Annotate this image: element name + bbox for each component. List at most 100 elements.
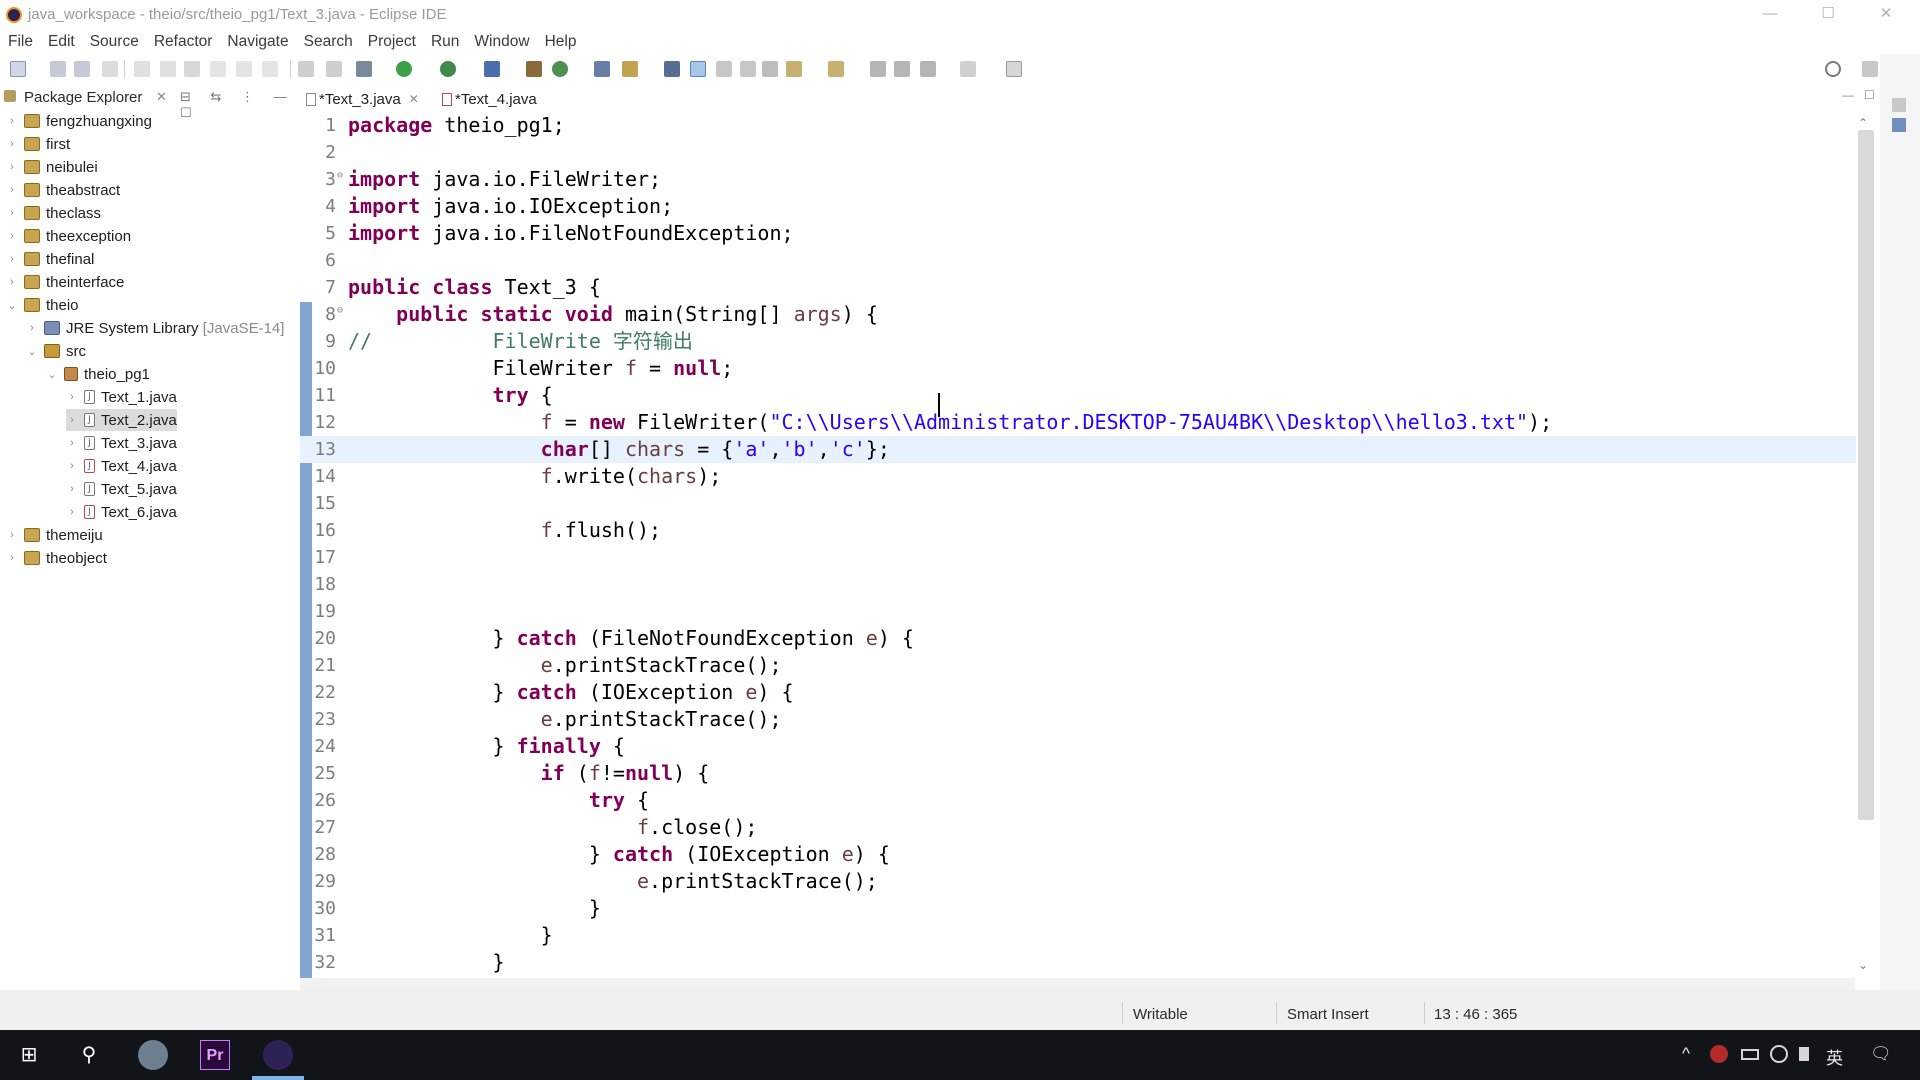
expand-icon[interactable]: ›	[66, 506, 78, 518]
stop-icon[interactable]	[184, 61, 200, 77]
step-over-icon[interactable]	[236, 61, 252, 77]
ime-indicator[interactable]: 英	[1826, 1044, 1843, 1069]
expand-icon[interactable]: ›	[66, 483, 78, 495]
expand-icon[interactable]: ›	[6, 184, 18, 196]
collapse-icon[interactable]: ⌄	[26, 345, 38, 358]
code-line[interactable]: 3 ⊖ import java.io.FileWriter;	[300, 166, 1856, 193]
scroll-down-icon[interactable]: ⌄	[1858, 958, 1868, 972]
menu-refactor[interactable]: Refactor	[154, 33, 213, 51]
close-tab-icon[interactable]: ✕	[409, 92, 419, 106]
code-line[interactable]: 29 e.printStackTrace();	[300, 868, 1856, 895]
tree-item[interactable]: ⌄ theio	[6, 294, 78, 316]
eclipse-taskbar-icon[interactable]	[263, 1040, 293, 1070]
start-icon[interactable]: ⊞	[14, 1040, 44, 1070]
expand-icon[interactable]: ›	[6, 253, 18, 265]
code-line[interactable]: 1 package theio_pg1;	[300, 112, 1856, 139]
menu-help[interactable]: Help	[545, 33, 577, 51]
code-line[interactable]: 19	[300, 598, 1856, 625]
expand-icon[interactable]: ›	[6, 115, 18, 127]
code-line[interactable]: 11 try {	[300, 382, 1856, 409]
code-line[interactable]: 6	[300, 247, 1856, 274]
toggle-view-icon[interactable]	[298, 61, 314, 77]
maximize-button[interactable]: ☐	[1806, 0, 1850, 30]
tree-item[interactable]: › theclass	[6, 202, 101, 224]
run-icon[interactable]	[396, 61, 412, 77]
code-line[interactable]: 31 }	[300, 922, 1856, 949]
new-java-project-icon[interactable]	[526, 61, 542, 77]
menu-source[interactable]: Source	[90, 33, 139, 51]
menu-project[interactable]: Project	[368, 33, 416, 51]
mark-occurrences-icon[interactable]	[690, 61, 706, 77]
code-line[interactable]: 32 }	[300, 949, 1856, 976]
search-icon[interactable]	[1825, 61, 1841, 77]
battery-icon[interactable]	[1741, 1049, 1759, 1060]
tree-item[interactable]: › J Text_5.java	[66, 478, 177, 500]
code-line[interactable]: 16 f.flush();	[300, 517, 1856, 544]
close-button[interactable]: ✕	[1864, 0, 1908, 30]
expand-icon[interactable]: ›	[26, 322, 38, 334]
tree-item[interactable]: › fengzhuangxing	[6, 110, 152, 132]
insert-mode-status[interactable]: Smart Insert	[1287, 1006, 1369, 1023]
tab-text-3[interactable]: *Text_3.java ✕	[306, 88, 419, 110]
menu-search[interactable]: Search	[304, 33, 353, 51]
next-annotation-icon[interactable]	[786, 61, 802, 77]
tree-item[interactable]: › JRE System Library [JavaSE-14]	[26, 317, 284, 339]
expand-icon[interactable]: ›	[6, 230, 18, 242]
code-line[interactable]: 13 char[] chars = {'a','b','c'};	[300, 436, 1856, 463]
menu-window[interactable]: Window	[474, 33, 529, 51]
tab-text-4[interactable]: *Text_4.java	[442, 88, 537, 110]
expand-icon[interactable]: ›	[6, 552, 18, 564]
code-line[interactable]: 2	[300, 139, 1856, 166]
collapse-icon[interactable]: ⌄	[46, 368, 58, 381]
new-package-icon[interactable]	[552, 61, 568, 77]
view-toolbar[interactable]: ⊟ ⇆ ⋮ — ☐	[180, 89, 296, 121]
browser-icon[interactable]	[138, 1040, 168, 1070]
tree-item[interactable]: › neibulei	[6, 156, 98, 178]
code-editor[interactable]: 1 package theio_pg1; 2 3 ⊖ import java.io.Fil…	[300, 112, 1860, 978]
code-line[interactable]: 5 import java.io.FileNotFoundException;	[300, 220, 1856, 247]
expand-icon[interactable]: ›	[6, 529, 18, 541]
close-view-icon[interactable]: ✕	[156, 89, 167, 105]
expand-icon[interactable]: ›	[6, 276, 18, 288]
menu-navigate[interactable]: Navigate	[227, 33, 288, 51]
tree-item[interactable]: › J Text_3.java	[66, 432, 177, 454]
notification-icon[interactable]: 🗨	[1870, 1044, 1892, 1064]
code-line[interactable]: 20 } catch (FileNotFoundException e) {	[300, 625, 1856, 652]
tree-item[interactable]: › J Text_1.java	[66, 386, 177, 408]
tree-item[interactable]: › theexception	[6, 225, 131, 247]
previous-annotation-icon[interactable]	[828, 61, 844, 77]
last-edit-icon[interactable]	[920, 61, 936, 77]
external-tools-icon[interactable]	[484, 61, 500, 77]
code-line[interactable]: 17	[300, 544, 1856, 571]
horizontal-scrollbar[interactable]	[300, 978, 1855, 990]
tree-item[interactable]: › theinterface	[6, 271, 124, 293]
skip-breakpoints-icon[interactable]	[326, 61, 342, 77]
search-tool-icon[interactable]	[664, 61, 680, 77]
print-icon[interactable]	[102, 61, 118, 77]
tree-item[interactable]: › theobject	[6, 547, 107, 569]
tree-item[interactable]: › thefinal	[6, 248, 94, 270]
fold-toggle-icon[interactable]: ⊖	[337, 162, 343, 189]
perspective-icon[interactable]	[1862, 61, 1878, 77]
menu-run[interactable]: Run	[431, 33, 459, 51]
code-line[interactable]: 7 public class Text_3 {	[300, 274, 1856, 301]
expand-icon[interactable]: ›	[6, 161, 18, 173]
step-return-icon[interactable]	[262, 61, 278, 77]
new-class-icon[interactable]	[594, 61, 610, 77]
expand-icon[interactable]: ›	[66, 414, 78, 426]
tree-item[interactable]: ⌄ theio_pg1	[46, 363, 150, 385]
package-explorer-title[interactable]: Package Explorer	[24, 89, 142, 106]
redo-icon[interactable]	[160, 61, 176, 77]
menu-edit[interactable]: Edit	[48, 33, 75, 51]
tree-item[interactable]: › J Text_4.java	[66, 455, 177, 477]
code-line[interactable]: 24 } finally {	[300, 733, 1856, 760]
expand-icon[interactable]: ›	[6, 138, 18, 150]
scroll-up-icon[interactable]: ⌃	[1858, 116, 1868, 130]
nav-dropdown-icon[interactable]	[960, 61, 976, 77]
expand-icon[interactable]: ›	[66, 437, 78, 449]
tree-item[interactable]: › J Text_6.java	[66, 501, 177, 523]
task-list-icon[interactable]	[1892, 118, 1906, 132]
minimize-editor-icon[interactable]: —	[1842, 88, 1854, 102]
search-taskbar-icon[interactable]: ⚲	[74, 1040, 104, 1070]
scrollbar-thumb[interactable]	[1858, 130, 1874, 820]
